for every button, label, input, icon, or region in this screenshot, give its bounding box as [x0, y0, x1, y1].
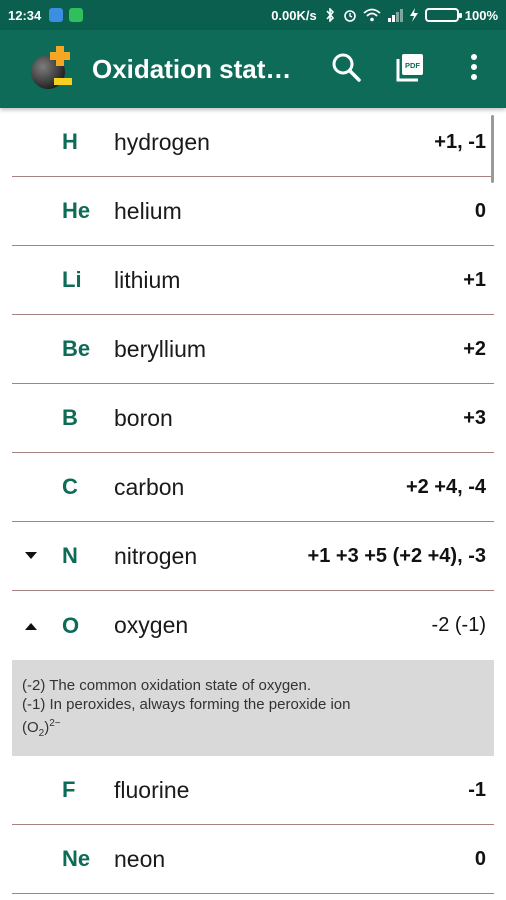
list-item-hydrogen[interactable]: H hydrogen +1, -1 — [12, 108, 494, 177]
element-symbol: O — [62, 612, 80, 638]
element-name: lithium — [114, 266, 181, 293]
oxidation-states: +1 +3 +5 (+2 +4), -3 — [307, 544, 486, 567]
element-name: oxygen — [114, 612, 189, 638]
list-item-nitrogen[interactable]: N nitrogen +1 +3 +5 (+2 +4), -3 — [12, 522, 494, 591]
app-bar: Oxidation stat… PDF — [0, 30, 506, 108]
app-logo-icon — [28, 46, 74, 92]
bluetooth-icon — [323, 8, 337, 22]
list-item-oxygen[interactable]: O oxygen -2 (-1) — [12, 591, 494, 660]
list-item-neon[interactable]: Ne neon 0 — [12, 825, 494, 894]
search-button[interactable] — [314, 37, 378, 101]
note-formula: (O2)2− — [22, 718, 61, 739]
status-bar: 12:34 0.00K/s 100% — [0, 0, 506, 30]
signal-icon — [387, 8, 403, 22]
notification-app-icon — [69, 8, 84, 22]
oxidation-states: +1 — [463, 268, 486, 291]
alarm-icon — [343, 8, 357, 22]
list-item-boron[interactable]: B boron +3 — [12, 384, 494, 453]
note-line: (-1) In peroxides, always forming the pe… — [22, 696, 351, 713]
note-line: (-2) The common oxidation state of oxyge… — [22, 677, 312, 694]
element-symbol: He — [62, 198, 91, 223]
element-symbol: Be — [62, 336, 91, 361]
element-symbol: H — [62, 129, 78, 154]
app-title: Oxidation stat… — [92, 53, 292, 84]
network-speed: 0.00K/s — [271, 7, 317, 23]
element-symbol: Ne — [62, 846, 91, 871]
pdf-icon-label: PDF — [405, 61, 420, 70]
element-name: neon — [114, 845, 166, 872]
oxidation-states: 0 — [474, 847, 486, 870]
element-list[interactable]: H hydrogen +1, -1 He helium 0 Li lithium… — [0, 108, 506, 900]
oxidation-states: -2 (-1) — [431, 614, 486, 636]
battery-icon — [424, 8, 462, 22]
element-symbol: N — [62, 543, 78, 568]
element-name: fluorine — [114, 776, 190, 803]
oxidation-states: +1, -1 — [434, 130, 486, 153]
oxidation-states: +2 +4, -4 — [405, 475, 486, 498]
element-name: nitrogen — [114, 542, 198, 569]
scrollbar[interactable] — [491, 115, 494, 183]
search-icon — [330, 51, 362, 88]
location-app-icon — [49, 8, 64, 22]
pdf-export-button[interactable]: PDF — [378, 37, 442, 101]
element-symbol: B — [62, 405, 78, 430]
charging-icon — [409, 8, 419, 22]
battery-level: 100% — [464, 7, 498, 23]
element-name: boron — [114, 404, 173, 431]
element-symbol: Li — [62, 267, 82, 292]
oxygen-details-note: (-2) The common oxidation state of oxyge… — [12, 660, 494, 756]
pdf-icon: PDF — [394, 51, 426, 88]
list-item-fluorine[interactable]: F fluorine -1 — [12, 756, 494, 825]
more-vert-icon — [469, 53, 479, 86]
wifi-icon — [363, 8, 381, 22]
list-item-beryllium[interactable]: Be beryllium +2 — [12, 315, 494, 384]
element-name: hydrogen — [114, 128, 210, 155]
oxidation-states: +3 — [463, 406, 486, 429]
list-item-helium[interactable]: He helium 0 — [12, 177, 494, 246]
collapse-arrow-icon[interactable] — [12, 622, 50, 630]
element-name: beryllium — [114, 335, 207, 362]
list-item-lithium[interactable]: Li lithium +1 — [12, 246, 494, 315]
element-symbol: C — [62, 474, 78, 499]
list-item-carbon[interactable]: C carbon +2 +4, -4 — [12, 453, 494, 522]
more-options-button[interactable] — [442, 37, 506, 101]
expand-arrow-icon[interactable] — [12, 552, 50, 560]
status-time: 12:34 — [8, 7, 42, 23]
oxidation-states: +2 — [463, 337, 486, 360]
oxidation-states: -1 — [468, 778, 486, 801]
oxidation-states: 0 — [474, 199, 486, 222]
element-name: helium — [114, 197, 182, 224]
element-name: carbon — [114, 473, 185, 500]
element-symbol: F — [62, 777, 76, 802]
